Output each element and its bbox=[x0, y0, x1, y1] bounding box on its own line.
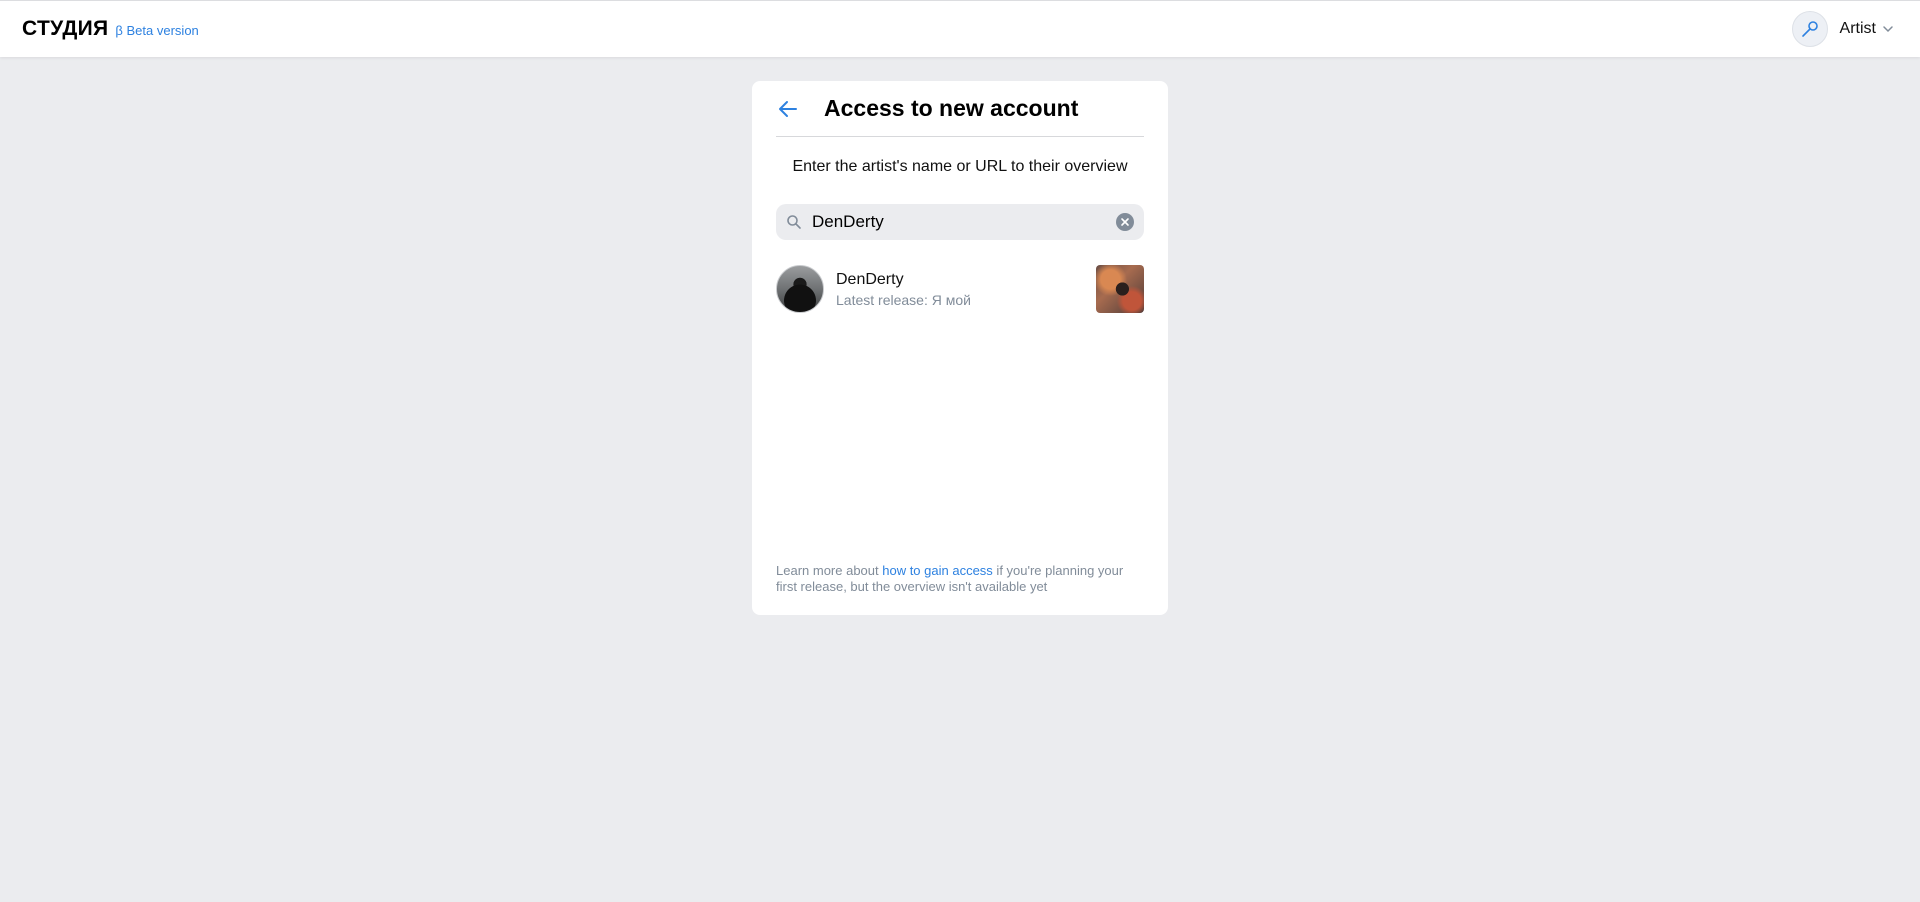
release-cover bbox=[1096, 265, 1144, 313]
account-name-label: Artist bbox=[1839, 20, 1876, 37]
clear-search-button[interactable] bbox=[1116, 213, 1134, 231]
card-header: Access to new account bbox=[776, 81, 1144, 137]
search-input[interactable] bbox=[812, 212, 1116, 232]
arrow-left-icon bbox=[779, 100, 797, 117]
artist-avatar bbox=[776, 265, 824, 313]
card-title: Access to new account bbox=[824, 95, 1079, 121]
search-hint: Enter the artist's name or URL to their … bbox=[792, 158, 1128, 175]
clear-icon bbox=[1121, 218, 1129, 226]
beta-badge: β Beta version bbox=[115, 23, 199, 38]
account-switcher[interactable]: Artist bbox=[1840, 20, 1894, 38]
artist-name: DenDerty bbox=[836, 270, 904, 288]
search-result-item[interactable]: DenDerty Latest release: Я мой bbox=[776, 265, 1144, 313]
access-card: Access to new account Enter the artist's… bbox=[752, 81, 1168, 615]
search-icon bbox=[787, 215, 801, 229]
key-icon bbox=[1801, 21, 1818, 37]
account-menu[interactable]: Artist bbox=[1791, 11, 1894, 47]
footer-prefix: Learn more about bbox=[776, 563, 883, 578]
artist-search[interactable] bbox=[776, 204, 1144, 240]
result-text: DenDerty Latest release: Я мой bbox=[836, 271, 1096, 308]
footer-note: Learn more about how to gain access if y… bbox=[776, 563, 1144, 595]
back-button[interactable] bbox=[776, 97, 800, 121]
top-bar: СТУДИЯ β Beta version Artist bbox=[0, 0, 1920, 57]
chevron-down-icon bbox=[1883, 26, 1893, 33]
latest-release: Latest release: Я мой bbox=[836, 291, 971, 308]
account-avatar[interactable] bbox=[1791, 11, 1828, 47]
gain-access-link[interactable]: how to gain access bbox=[882, 563, 993, 578]
app-logo[interactable]: СТУДИЯ bbox=[22, 17, 108, 41]
